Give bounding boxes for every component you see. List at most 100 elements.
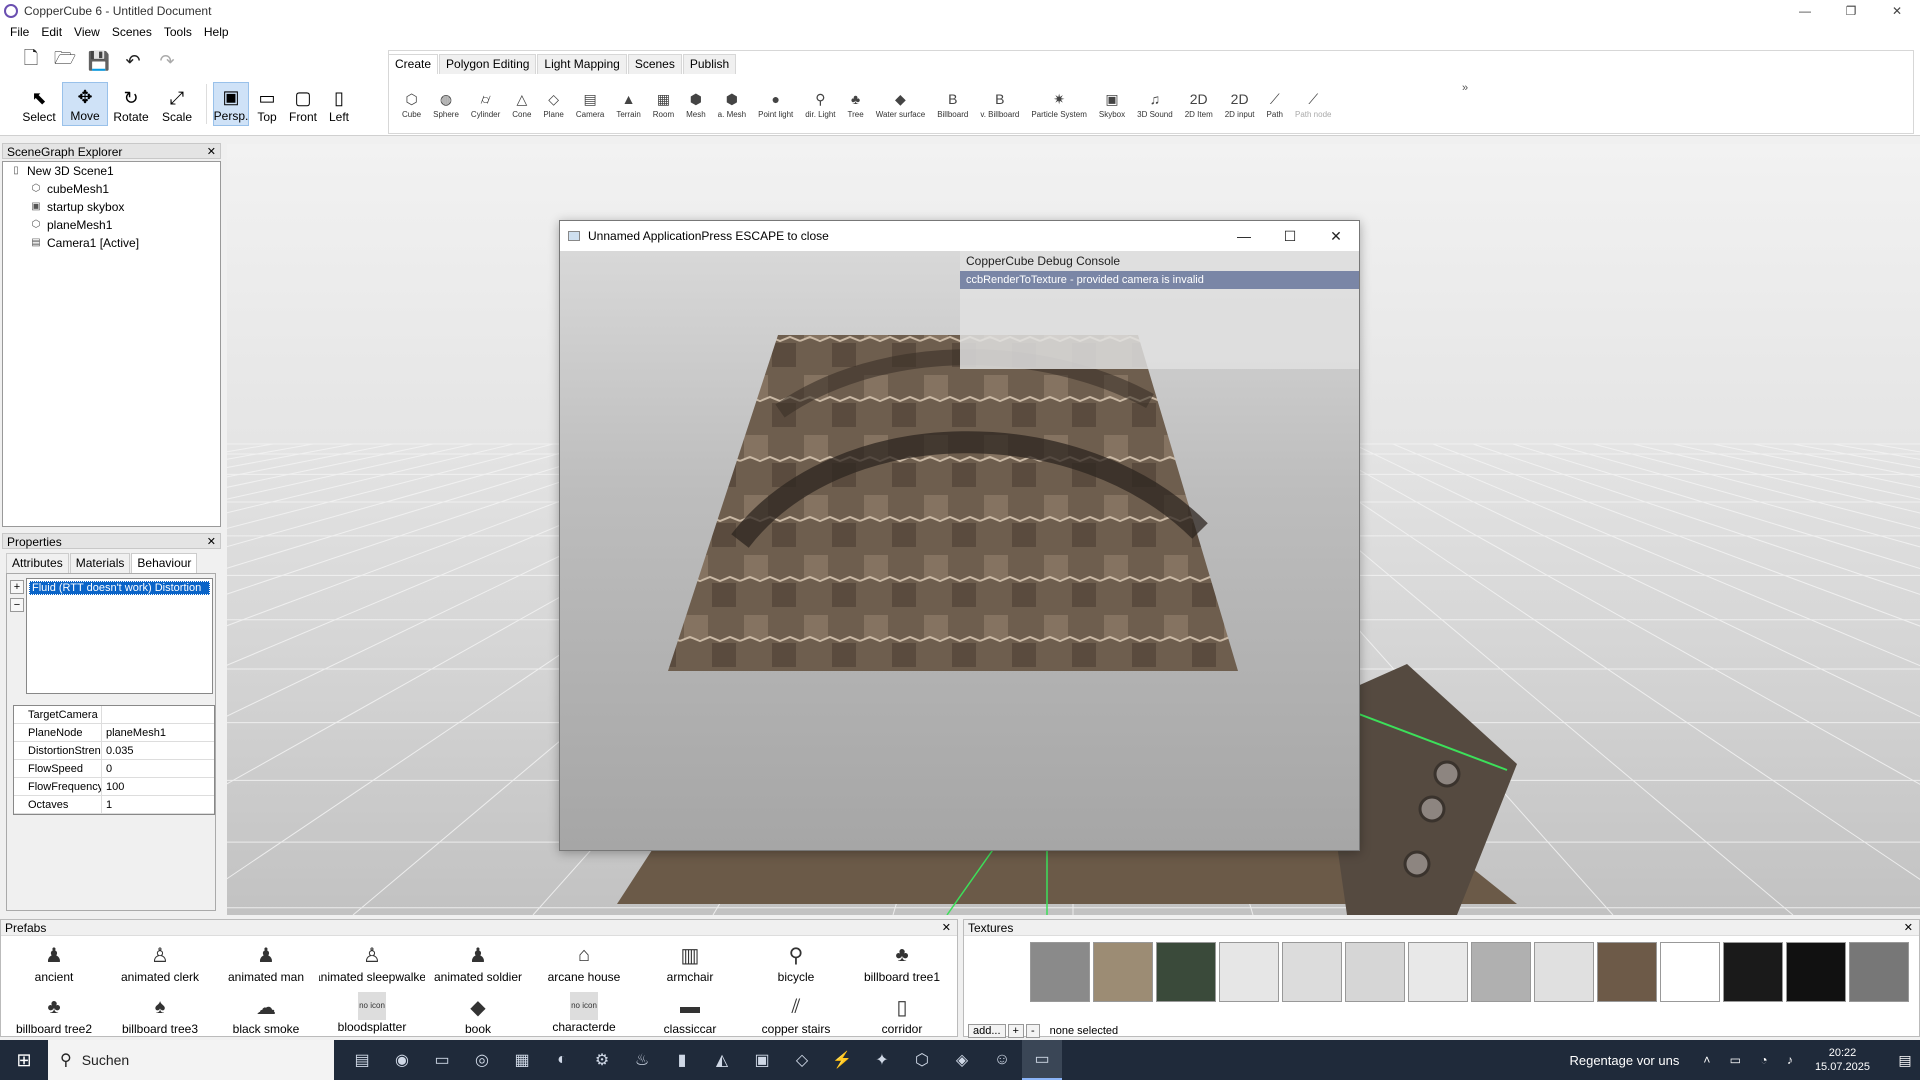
prefab-item[interactable]: no icon characterde [531,992,637,1044]
create-room-button[interactable]: ▦ Room [647,88,680,119]
discord-icon[interactable]: ☺ [982,1040,1022,1080]
add-behaviour-button[interactable]: + [10,580,24,594]
minimize-button[interactable]: — [1782,0,1828,22]
create-cylinder-button[interactable]: ⌭ Cylinder [465,88,506,119]
scenegraph-item[interactable]: ▣ startup skybox [3,198,220,216]
preview-maximize-button[interactable]: ☐ [1267,221,1313,251]
scenegraph-item[interactable]: ⬡ planeMesh1 [3,216,220,234]
explorer-icon[interactable]: ▭ [422,1040,462,1080]
tool-move-button[interactable]: ✥ Move [62,82,108,126]
attribute-value[interactable]: 0 [102,760,214,777]
view-top-button[interactable]: ▭ Top [249,82,285,126]
preview-minimize-button[interactable]: — [1221,221,1267,251]
scenegraph-item[interactable]: ⬡ cubeMesh1 [3,180,220,198]
texture-thumbnail[interactable] [1030,942,1090,1002]
attribute-value[interactable]: planeMesh1 [102,724,214,741]
tab-create[interactable]: Create [388,54,439,74]
view-front-button[interactable]: ▢ Front [285,82,321,126]
texture-thumbnail[interactable] [1723,942,1783,1002]
app-icon[interactable]: ⚙ [582,1040,622,1080]
tab-scenes[interactable]: Scenes [627,54,682,74]
prefab-item[interactable]: ⚲ bicycle [743,940,849,992]
texture-thumbnail[interactable] [1219,942,1279,1002]
prefab-item[interactable]: ♙ animated sleepwalker [319,940,425,992]
prefab-item[interactable]: ♣ billboard tree1 [849,940,955,992]
prefab-item[interactable]: ▯ corridor [849,992,955,1044]
texture-thumbnail[interactable] [1408,942,1468,1002]
redo-icon[interactable]: ↷ [154,48,180,74]
create-2d-item-button[interactable]: 2D 2D Item [1179,88,1219,119]
menu-file[interactable]: File [4,25,35,39]
create-v-billboard-button[interactable]: Bv. Billboard [974,88,1025,119]
add-texture-button[interactable]: add... [968,1024,1006,1038]
scenegraph-close-icon[interactable]: ✕ [207,144,216,160]
texture-thumbnail[interactable] [1345,942,1405,1002]
prefab-item[interactable]: ☁ black smoke [213,992,319,1044]
texture-thumbnail[interactable] [1282,942,1342,1002]
texture-thumbnail[interactable] [1660,942,1720,1002]
more-items-chevron-icon[interactable]: » [1462,82,1468,94]
create-terrain-button[interactable]: ▲ Terrain [610,88,646,119]
properties-tab-materials[interactable]: Materials [69,553,131,573]
menu-tools[interactable]: Tools [158,25,198,39]
tool-scale-button[interactable]: ⤢ Scale [154,82,200,126]
menu-scenes[interactable]: Scenes [106,25,158,39]
create-plane-button[interactable]: ◇ Plane [537,88,569,119]
menu-view[interactable]: View [68,25,106,39]
create-water-surface-button[interactable]: ◆ Water surface [870,88,932,119]
close-button[interactable]: ✕ [1874,0,1920,22]
terminal-icon[interactable]: ▮ [662,1040,702,1080]
new-document-icon[interactable]: 🗋 [18,48,44,74]
texture-thumbnail[interactable] [1534,942,1594,1002]
active-window-icon[interactable]: ▭ [1022,1040,1062,1080]
undo-icon[interactable]: ↶ [120,48,146,74]
view-left-button[interactable]: ▯ Left [321,82,357,126]
app-icon[interactable]: ◇ [782,1040,822,1080]
taskbar-clock[interactable]: 20:22 15.07.2025 [1815,1046,1870,1074]
preview-render-area[interactable]: CopperCube Debug Console ccbRenderToText… [560,251,1359,850]
task-view-icon[interactable]: ▤ [342,1040,382,1080]
behaviour-item-selected[interactable]: Fluid (RTT doesn't work) Distortion [29,581,210,595]
save-icon[interactable]: 💾 [86,48,112,74]
create-tree-button[interactable]: ♣ Tree [842,88,870,119]
tool-select-button[interactable]: ⬉ Select [16,82,62,126]
app-icon[interactable]: ▣ [742,1040,782,1080]
app-icon[interactable]: ◭ [702,1040,742,1080]
view-persp-button[interactable]: ▣ Persp. [213,82,249,126]
texture-thumbnail[interactable] [1849,942,1909,1002]
remove-behaviour-button[interactable]: − [10,598,24,612]
preview-close-button[interactable]: ✕ [1313,221,1359,251]
app-icon[interactable]: ⚡ [822,1040,862,1080]
create-particle-system-button[interactable]: ✷ Particle System [1025,88,1093,119]
prefab-item[interactable]: ♟ animated soldier [425,940,531,992]
texture-thumbnail[interactable] [1597,942,1657,1002]
create-3d-sound-button[interactable]: ♫ 3D Sound [1131,88,1179,119]
create-mesh-button[interactable]: ⬢ Mesh [680,88,712,119]
attribute-value[interactable]: 0.035 [102,742,214,759]
texture-plus-button[interactable]: + [1007,1024,1024,1038]
menu-edit[interactable]: Edit [35,25,68,39]
prefabs-close-icon[interactable]: ✕ [942,920,951,936]
app-icon[interactable]: ✦ [862,1040,902,1080]
printer-icon[interactable]: ▦ [502,1040,542,1080]
app-icon[interactable]: ◐ [542,1040,582,1080]
properties-close-icon[interactable]: ✕ [207,534,216,550]
app-icon[interactable]: ⬡ [902,1040,942,1080]
prefab-item[interactable]: ♣ billboard tree2 [1,992,107,1044]
attribute-value[interactable] [102,706,214,723]
texture-thumbnail[interactable] [1471,942,1531,1002]
prefab-item[interactable]: ⫽ copper stairs [743,992,849,1044]
create-sphere-button[interactable]: ◍ Sphere [427,88,465,119]
prefab-item[interactable]: ⌂ arcane house [531,940,637,992]
application-preview-window[interactable]: Unnamed ApplicationPress ESCAPE to close… [559,220,1360,851]
texture-minus-button[interactable]: - [1025,1024,1040,1038]
properties-tab-attributes[interactable]: Attributes [6,553,69,573]
create-path-button[interactable]: ⟋ Path [1261,88,1289,119]
create-a-mesh-button[interactable]: ⬢ a. Mesh [712,88,752,119]
prefab-item[interactable]: ♟ animated man [213,940,319,992]
prefab-item[interactable]: ♟ ancient [1,940,107,992]
create-cube-button[interactable]: ⬡ Cube [396,88,427,119]
create-point-light-button[interactable]: ● Point light [752,88,799,119]
create-camera-button[interactable]: ▤ Camera [570,88,610,119]
prefab-item[interactable]: ▥ armchair [637,940,743,992]
